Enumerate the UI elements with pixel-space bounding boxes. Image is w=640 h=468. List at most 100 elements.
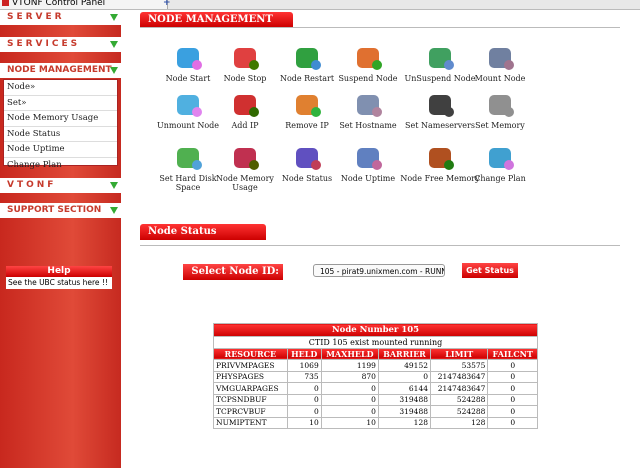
node-management-menu: Node» Set» Node Memory Usage Node Status… <box>3 79 118 170</box>
sidebar-section-services[interactable]: SERVICES <box>0 37 121 52</box>
table-cell: NUMIPTENT <box>213 416 288 429</box>
menu-item-node[interactable]: Node» <box>4 80 117 96</box>
table-cell: 524288 <box>429 393 489 406</box>
table-cell: TCPSNDBUF <box>213 393 288 406</box>
menu-item-node-memory-usage[interactable]: Node Memory Usage <box>4 111 117 127</box>
table-subcaption: CTID 105 exist mounted running <box>213 336 538 349</box>
chevron-down-icon <box>110 67 118 74</box>
chevron-down-icon <box>110 182 118 189</box>
remove-ip-icon <box>296 95 318 115</box>
help-box: Help See the UBC status here !! <box>6 266 112 289</box>
table-caption: Node Number 105 <box>213 323 538 337</box>
sidebar-section-vtonf[interactable]: VTONF <box>0 178 121 193</box>
table-row: NUMIPTENT 10 10 128 128 0 <box>213 416 538 429</box>
suspend-node-icon <box>357 48 379 68</box>
node-restart-icon <box>296 48 318 68</box>
new-tab-button[interactable]: + <box>163 0 171 8</box>
table-cell: 0 <box>320 405 379 418</box>
action-change-plan[interactable]: Change Plan <box>460 148 540 183</box>
ubc-status-link[interactable]: See the UBC status here !! <box>6 277 112 289</box>
section-label: VTONF <box>7 180 57 190</box>
browser-tab-bar: VTONF Control Panel + <box>0 0 640 10</box>
table-cell: 0 <box>286 393 322 406</box>
table-cell: 53575 <box>429 359 489 372</box>
action-label: Set Hostname <box>339 121 397 130</box>
action-label: Change Plan <box>474 174 526 183</box>
unsuspend-node-icon <box>429 48 451 68</box>
table-cell: 319488 <box>377 393 432 406</box>
table-cell: 735 <box>286 370 322 383</box>
menu-item-set[interactable]: Set» <box>4 96 117 111</box>
column-header: HELD <box>286 347 322 360</box>
divider <box>140 27 620 28</box>
table-cell: 2147483647 <box>429 382 489 395</box>
menu-item-change-plan[interactable]: Change Plan <box>4 158 117 173</box>
sidebar-section-node-management[interactable]: NODE MANAGEMENT <box>0 63 121 78</box>
sidebar-section-server[interactable]: SERVER <box>0 10 121 25</box>
menu-item-node-uptime[interactable]: Node Uptime <box>4 142 117 158</box>
menu-item-node-status[interactable]: Node Status <box>4 127 117 142</box>
action-label: Mount Node <box>474 74 526 83</box>
sidebar-section-support[interactable]: SUPPORT SECTION <box>0 203 121 218</box>
action-set-memory[interactable]: Set Memory <box>460 95 540 130</box>
table-cell: 10 <box>320 416 379 429</box>
table-cell: 1199 <box>320 359 379 372</box>
node-id-select[interactable]: 105 - pirat9.unixmen.com - RUNNING <box>313 264 445 277</box>
node-stop-icon <box>234 48 256 68</box>
select-node-label: Select Node ID: <box>183 264 283 280</box>
table-cell: 0 <box>286 405 322 418</box>
table-cell: 49152 <box>377 359 432 372</box>
table-cell: TCPRCVBUF <box>213 405 288 418</box>
table-cell: 0 <box>320 382 379 395</box>
help-title: Help <box>6 266 112 277</box>
browser-tab[interactable]: VTONF Control Panel <box>0 0 168 9</box>
mount-node-icon <box>489 48 511 68</box>
table-cell: 6144 <box>377 382 432 395</box>
table-cell: 0 <box>286 382 322 395</box>
column-header: RESOURCE <box>213 347 288 360</box>
table-cell: 0 <box>487 382 538 395</box>
node-start-icon <box>177 48 199 68</box>
table-cell: 10 <box>286 416 322 429</box>
table-cell: PHYSPAGES <box>213 370 288 383</box>
action-label: Suspend Node <box>338 74 398 83</box>
get-status-button[interactable]: Get Status <box>462 263 518 278</box>
action-mount-node[interactable]: Mount Node <box>460 48 540 83</box>
sidebar: SERVER SERVICES NODE MANAGEMENT Node» Se… <box>0 10 121 468</box>
chevron-down-icon <box>110 207 118 214</box>
table-cell: 524288 <box>429 405 489 418</box>
table-row: PRIVVMPAGES 1069 1199 49152 53575 0 <box>213 359 538 372</box>
table-cell: 870 <box>320 370 379 383</box>
table-cell: 2147483647 <box>429 370 489 383</box>
table-cell: PRIVVMPAGES <box>213 359 288 372</box>
table-cell: 0 <box>487 405 538 418</box>
table-row: TCPRCVBUF 0 0 319488 524288 0 <box>213 405 538 418</box>
chevron-down-icon <box>110 14 118 21</box>
column-header: BARRIER <box>377 347 432 360</box>
table-cell: 128 <box>429 416 489 429</box>
table-row: PHYSPAGES 735 870 0 2147483647 0 <box>213 370 538 383</box>
tab-title: VTONF Control Panel <box>12 0 106 8</box>
action-suspend-node[interactable]: Suspend Node <box>328 48 408 83</box>
section-label: NODE MANAGEMENT <box>7 65 112 75</box>
action-node-uptime[interactable]: Node Uptime <box>328 148 408 183</box>
chevron-down-icon <box>110 41 118 48</box>
set-hostname-icon <box>357 95 379 115</box>
action-set-hostname[interactable]: Set Hostname <box>328 95 408 130</box>
table-cell: 0 <box>487 416 538 429</box>
table-header: RESOURCE HELD MAXHELD BARRIER LIMIT FAILCNT <box>213 347 538 360</box>
node-status-icon <box>296 148 318 168</box>
set-nameservers-icon <box>429 95 451 115</box>
action-label: Node Uptime <box>340 174 396 183</box>
node-free-memory-icon <box>429 148 451 168</box>
section-label: SERVER <box>7 12 65 22</box>
selected-value: 105 - pirat9.unixmen.com - RUNNING <box>320 267 444 276</box>
section-label: SUPPORT SECTION <box>7 205 102 215</box>
table-cell: 0 <box>487 393 538 406</box>
table-cell: 0 <box>320 393 379 406</box>
node-memory-usage-icon <box>234 148 256 168</box>
page-title: NODE MANAGEMENT <box>140 12 293 27</box>
add-ip-icon <box>234 95 256 115</box>
table-row: TCPSNDBUF 0 0 319488 524288 0 <box>213 393 538 406</box>
table-cell: 0 <box>487 370 538 383</box>
